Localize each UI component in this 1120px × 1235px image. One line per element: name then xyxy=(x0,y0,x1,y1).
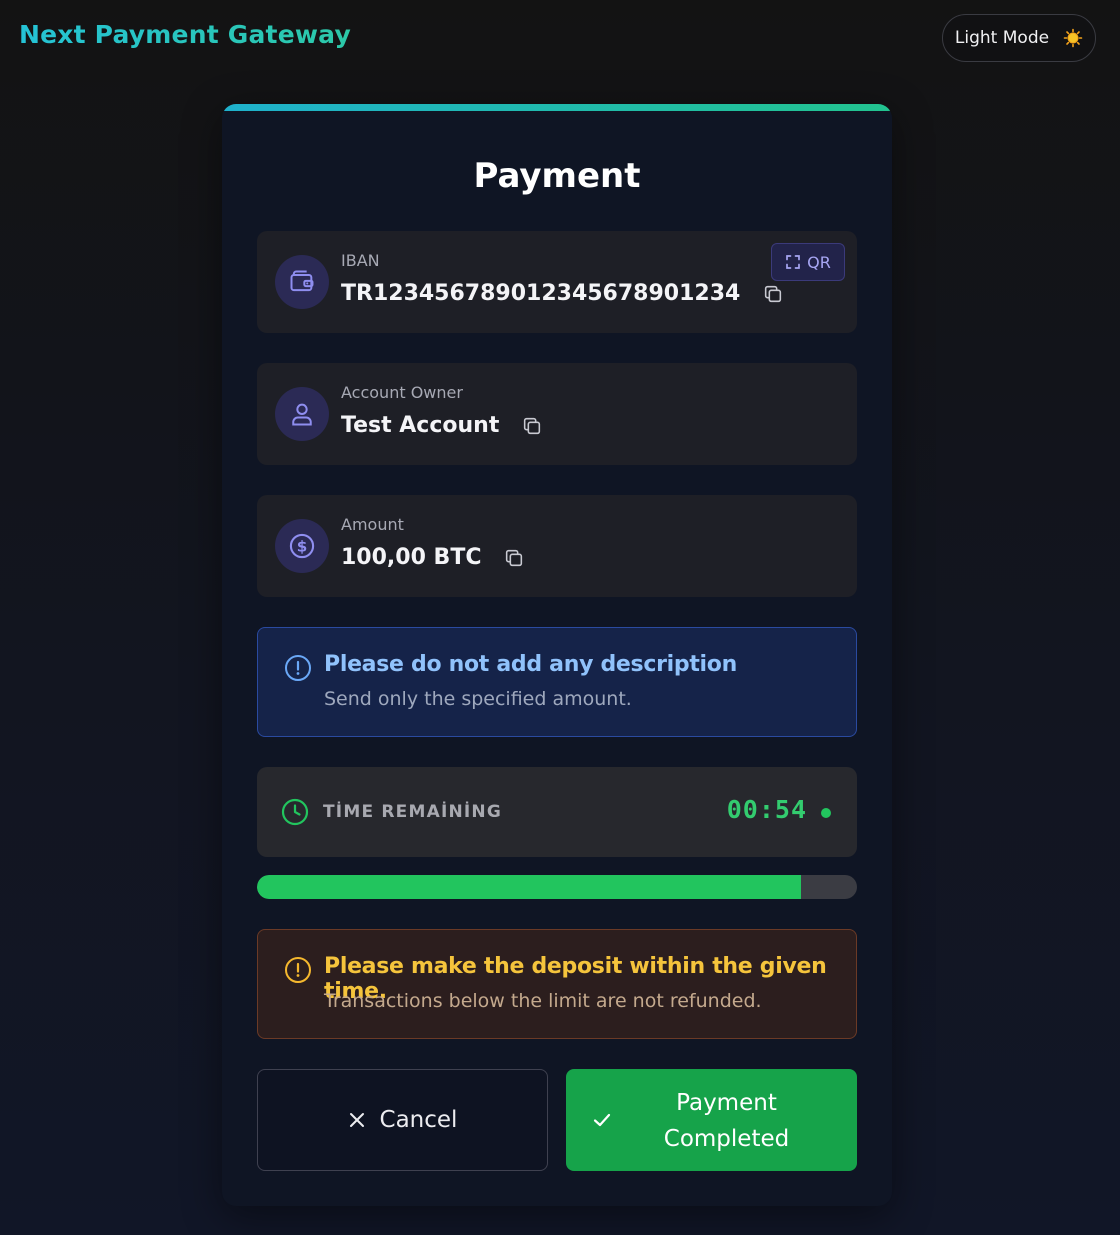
payment-page: Next Payment Gateway Light Mode Payment xyxy=(0,0,1120,1235)
qr-button[interactable]: QR xyxy=(771,243,845,281)
payment-completed-button[interactable]: Payment Completed xyxy=(566,1069,857,1171)
iban-value-row: TR1234567890123456789012​34 xyxy=(341,281,784,306)
svg-text:$: $ xyxy=(297,537,308,555)
copy-iban-icon[interactable] xyxy=(762,283,784,305)
copy-amount-icon[interactable] xyxy=(503,547,525,569)
iban-field: IBAN TR1234567890123456789012​34 xyxy=(257,231,857,333)
amount-value-row: 100,00 BTC xyxy=(341,545,525,570)
amount-icon-badge: $ xyxy=(275,519,329,573)
owner-value: Test Account xyxy=(341,413,500,438)
copy-owner-icon[interactable] xyxy=(521,415,543,437)
close-icon xyxy=(349,1113,364,1127)
clock-icon xyxy=(281,798,309,826)
iban-icon-badge xyxy=(275,255,329,309)
owner-label: Account Owner xyxy=(341,383,463,402)
brand-title: Next Payment Gateway xyxy=(19,20,351,49)
cancel-button[interactable]: Cancel xyxy=(257,1069,548,1171)
amount-field: $ Amount 100,00 BTC xyxy=(257,495,857,597)
warning-notice-body: Transactions below the limit are not ref… xyxy=(324,990,762,1012)
owner-icon-badge xyxy=(275,387,329,441)
card-accent-bar xyxy=(222,104,892,111)
payment-card: Payment IBAN TR1234567890123456789012​34 xyxy=(222,104,892,1206)
iban-value: TR1234567890123456789012​34 xyxy=(341,281,741,306)
live-indicator-dot xyxy=(821,808,831,818)
cancel-button-label: Cancel xyxy=(379,1107,458,1133)
info-icon xyxy=(285,655,311,681)
sun-icon xyxy=(1063,28,1083,48)
theme-toggle-label: Light Mode xyxy=(954,28,1050,48)
card-title: Payment xyxy=(473,156,641,196)
iban-label: IBAN xyxy=(341,251,380,270)
owner-value-row: Test Account xyxy=(341,413,543,438)
warning-icon xyxy=(285,957,311,983)
check-icon xyxy=(593,1113,611,1127)
theme-toggle-button[interactable]: Light Mode xyxy=(942,14,1096,62)
qr-button-label: QR xyxy=(807,252,831,272)
time-progress-bar xyxy=(257,875,857,899)
time-progress-fill xyxy=(257,875,802,899)
account-owner-field: Account Owner Test Account xyxy=(257,363,857,465)
wallet-icon xyxy=(290,270,314,292)
amount-label: Amount xyxy=(341,515,404,534)
info-notice-body: Send only the specified amount. xyxy=(324,688,632,710)
time-remaining-panel: TİME REMAİNİNG 00:54 xyxy=(257,767,857,857)
info-notice: Please do not add any description Send o… xyxy=(257,627,857,737)
info-notice-title: Please do not add any description xyxy=(324,652,737,677)
amount-value: 100,00 BTC xyxy=(341,545,482,570)
scan-icon xyxy=(786,255,800,269)
warning-notice: Please make the deposit within the given… xyxy=(257,929,857,1039)
dollar-circle-icon: $ xyxy=(289,533,315,559)
time-remaining-value: 00:54 xyxy=(726,795,807,824)
payment-completed-label: Payment Completed xyxy=(663,1090,790,1152)
time-remaining-label: TİME REMAİNİNG xyxy=(323,802,503,822)
user-icon xyxy=(292,403,312,426)
